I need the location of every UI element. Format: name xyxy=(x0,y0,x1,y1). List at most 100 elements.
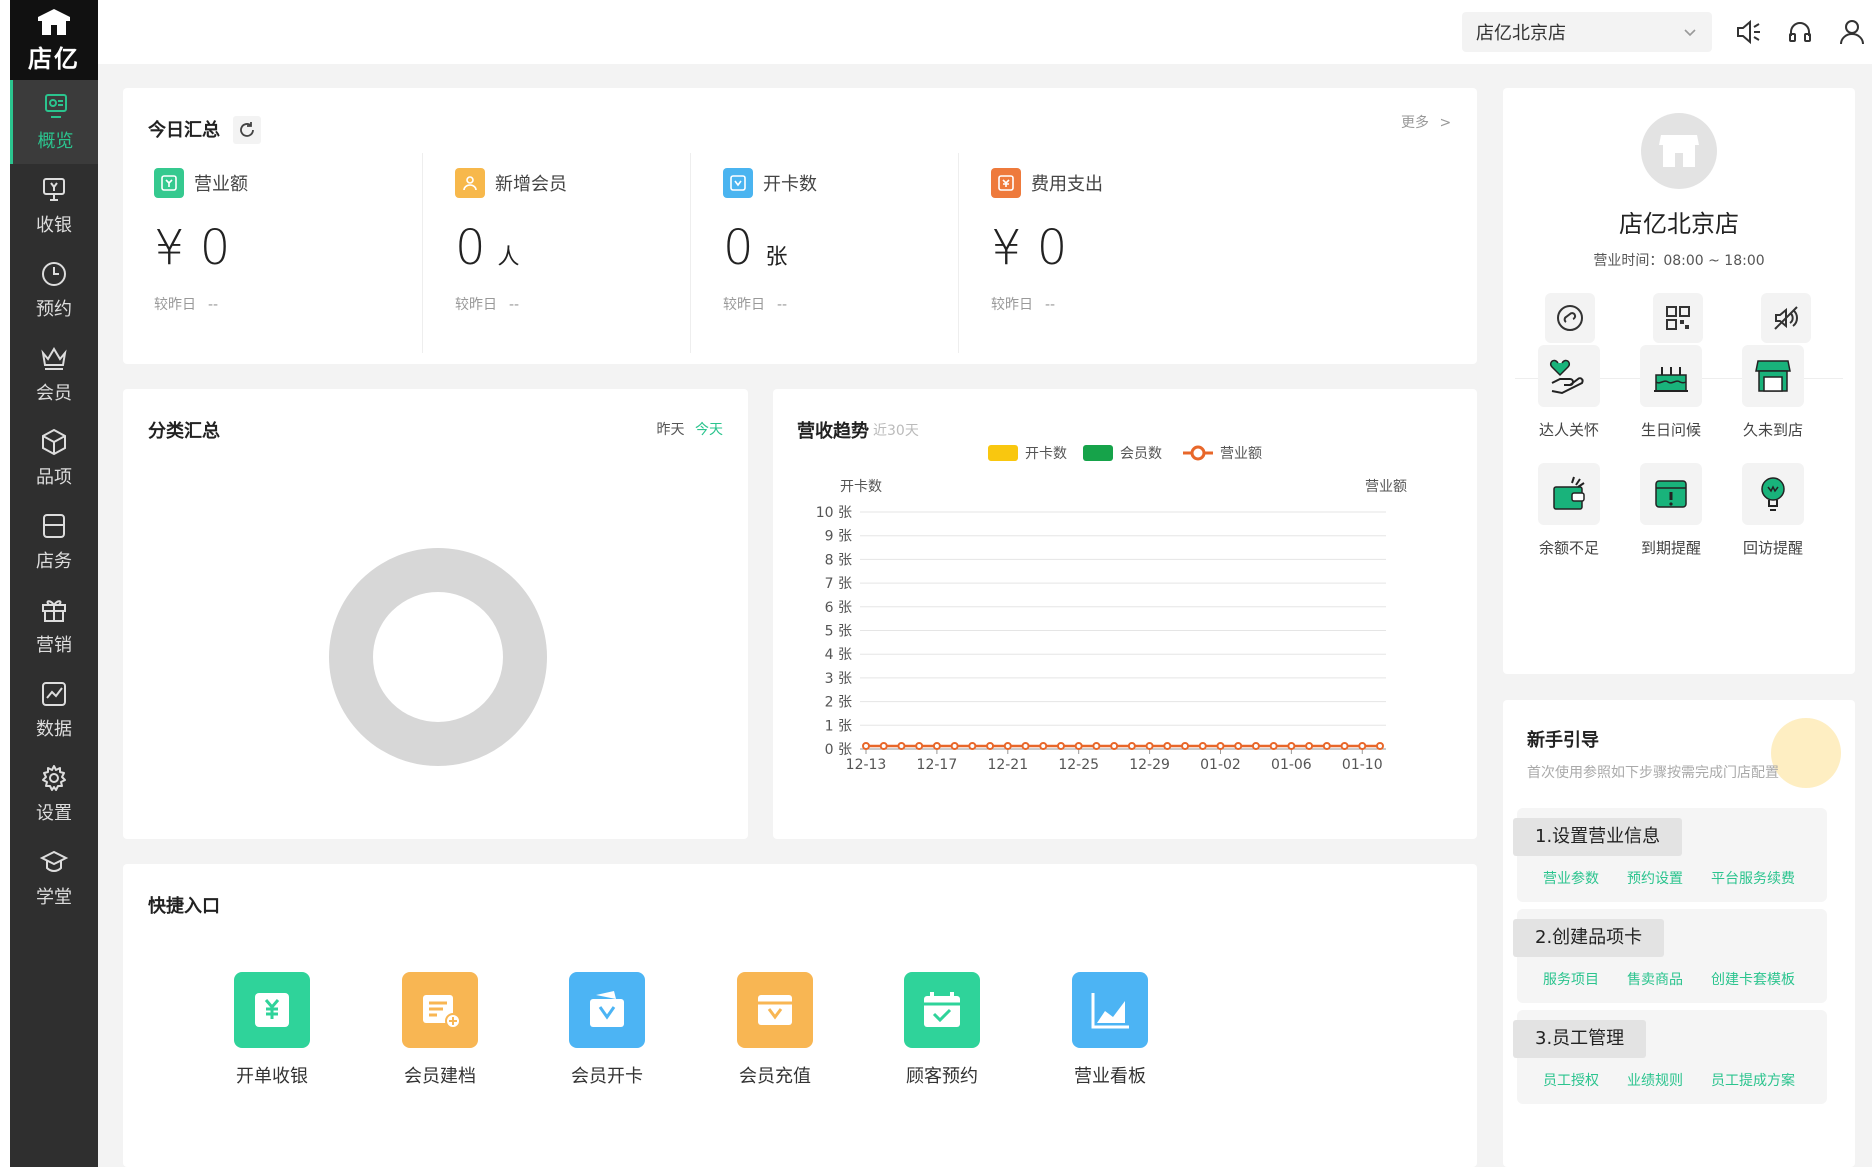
guide-link[interactable]: 预约设置 xyxy=(1627,868,1683,888)
category-summary-card: 分类汇总 昨天 今天 xyxy=(123,389,748,839)
stat-compare-label: 较昨日 xyxy=(723,297,765,313)
stat-value: 0 xyxy=(723,220,754,276)
sidebar-item-8[interactable]: 设置 xyxy=(10,752,98,836)
stat-label: 开卡数 xyxy=(763,174,817,195)
x-tick-label: 12-17 xyxy=(917,757,958,773)
x-tick-label: 01-02 xyxy=(1200,757,1241,773)
sidebar-item-2[interactable]: 预约 xyxy=(10,248,98,332)
box-icon xyxy=(42,428,66,456)
guide-subtitle: 首次使用参照如下步骤按需完成门店配置 xyxy=(1527,765,1779,781)
y-tick-label: 10 张 xyxy=(816,505,852,521)
sidebar-item-0[interactable]: 概览 xyxy=(10,80,98,164)
store-select[interactable]: 店亿北京店 xyxy=(1462,12,1712,52)
stat-1[interactable]: 新增会员 0 人较昨日 -- xyxy=(455,168,755,358)
guide-link[interactable]: 创建卡套模板 xyxy=(1711,969,1795,989)
stat-value-row: 0人 xyxy=(455,220,755,276)
more-link[interactable]: 更多 > xyxy=(1401,112,1451,132)
refresh-button[interactable] xyxy=(233,116,261,144)
guide-link[interactable]: 平台服务续费 xyxy=(1711,868,1795,888)
sidebar-item-1[interactable]: 收银 xyxy=(10,164,98,248)
shop-feature-1[interactable]: 生日问候 xyxy=(1621,345,1721,440)
chart-icon xyxy=(42,682,66,706)
guide-link[interactable]: 营业参数 xyxy=(1543,868,1599,888)
data-point xyxy=(1145,742,1154,750)
guide-link[interactable]: 业绩规则 xyxy=(1627,1070,1683,1090)
shop-avatar-icon xyxy=(1659,135,1699,167)
data-point xyxy=(1216,742,1225,750)
data-point xyxy=(1039,742,1048,750)
stat-2[interactable]: 开卡数 0 张较昨日 -- xyxy=(723,168,1023,358)
stat-3[interactable]: 费用支出 ¥ 0 较昨日 -- xyxy=(991,168,1291,358)
guide-link[interactable]: 员工授权 xyxy=(1543,1070,1599,1090)
quick-entry-2[interactable]: 会员开卡 xyxy=(547,972,667,1088)
voice-off-button[interactable] xyxy=(1761,293,1811,343)
top-header: 店亿北京店 xyxy=(98,0,1872,64)
sidebar-item-3[interactable]: 会员 xyxy=(10,332,98,416)
quick-entry-1[interactable]: 会员建档 xyxy=(380,972,500,1088)
clock-icon xyxy=(42,262,66,286)
sidebar: 店亿 概览 收银预约会员品项店务营销 数据设置学堂 xyxy=(10,0,98,1167)
sidebar-item-label: 品项 xyxy=(36,467,72,488)
x-tick-label: 12-13 xyxy=(846,757,887,773)
chevron-down-icon xyxy=(1684,29,1696,37)
data-point xyxy=(1163,742,1172,750)
y-tick-label: 6 张 xyxy=(825,600,852,616)
stat-compare: 较昨日 -- xyxy=(991,294,1291,314)
guide-step-label: 3.员工管理 xyxy=(1513,1020,1647,1058)
shop-feature-5[interactable]: 回访提醒 xyxy=(1723,463,1823,558)
overview-icon xyxy=(44,94,67,118)
data-point xyxy=(1198,742,1207,750)
tab-today[interactable]: 今天 xyxy=(695,422,723,438)
data-point xyxy=(1003,742,1012,750)
quick-entry-0[interactable]: 开单收银 xyxy=(212,972,332,1088)
shop-feature-0[interactable]: 达人关怀 xyxy=(1519,345,1619,440)
quick-entry-4[interactable]: 顾客预约 xyxy=(882,972,1002,1088)
mini-program-button[interactable] xyxy=(1545,293,1595,343)
sidebar-item-9[interactable]: 学堂 xyxy=(10,836,98,920)
guide-link[interactable]: 员工提成方案 xyxy=(1711,1070,1795,1090)
sidebar-item-6[interactable]: 营销 xyxy=(10,584,98,668)
data-point xyxy=(968,742,977,750)
sidebar-item-7[interactable]: 数据 xyxy=(10,668,98,752)
guide-links: 员工授权 业绩规则 员工提成方案 xyxy=(1543,1070,1795,1090)
shop-feature-label: 久未到店 xyxy=(1742,421,1803,439)
quick-entry-label: 会员建档 xyxy=(404,1066,476,1087)
quick-entry-5[interactable]: 营业看板 xyxy=(1050,972,1170,1088)
sidebar-item-label: 店务 xyxy=(36,551,72,572)
stat-0[interactable]: 营业额 ¥ 0 较昨日 -- xyxy=(154,168,454,358)
guide-link[interactable]: 售卖商品 xyxy=(1627,969,1683,989)
new-member-icon xyxy=(455,168,485,198)
shop-feature-4[interactable]: 到期提醒 xyxy=(1621,463,1721,558)
shop-feature-3[interactable]: 余额不足 xyxy=(1519,463,1619,558)
quick-entry-label: 顾客预约 xyxy=(906,1066,978,1087)
brand-logo[interactable]: 店亿 xyxy=(10,0,98,80)
quick-entry-3[interactable]: 会员充值 xyxy=(715,972,835,1088)
revenue-icon xyxy=(154,168,184,198)
left-axis-title: 开卡数 xyxy=(840,479,882,495)
tab-yesterday[interactable]: 昨天 xyxy=(657,422,685,438)
sidebar-item-label: 设置 xyxy=(36,803,72,824)
data-point xyxy=(1056,742,1065,750)
user-icon[interactable] xyxy=(1838,18,1866,46)
qr-code-button[interactable] xyxy=(1653,293,1703,343)
refresh-icon xyxy=(240,122,254,137)
data-point xyxy=(1287,742,1296,750)
headset-icon[interactable] xyxy=(1786,18,1814,46)
guide-link[interactable]: 服务项目 xyxy=(1543,969,1599,989)
stat-unit: 人 xyxy=(497,245,520,270)
speaker-icon[interactable] xyxy=(1734,18,1762,46)
data-point xyxy=(950,742,959,750)
data-point xyxy=(1269,742,1278,750)
legend-label: 会员数 xyxy=(1120,446,1162,462)
bulb-icon xyxy=(1742,463,1804,525)
guide-step-1: 2.创建品项卡 服务项目 售卖商品 创建卡套模板 xyxy=(1513,909,1827,1003)
sidebar-item-label: 预约 xyxy=(36,299,72,320)
x-tick-label: 12-21 xyxy=(987,757,1028,773)
shop-feature-2[interactable]: 久未到店 xyxy=(1723,345,1823,440)
today-summary-card: 今日汇总 更多 > 营业额 ¥ 0 较昨日 -- 新增会员 0 人较昨日 -- 开卡数 0 张较昨日… xyxy=(123,88,1477,364)
sidebar-item-4[interactable]: 品项 xyxy=(10,416,98,500)
category-summary-title: 分类汇总 xyxy=(148,421,220,442)
stat-label: 费用支出 xyxy=(1031,174,1103,195)
sidebar-item-5[interactable]: 店务 xyxy=(10,500,98,584)
data-point xyxy=(915,742,924,750)
